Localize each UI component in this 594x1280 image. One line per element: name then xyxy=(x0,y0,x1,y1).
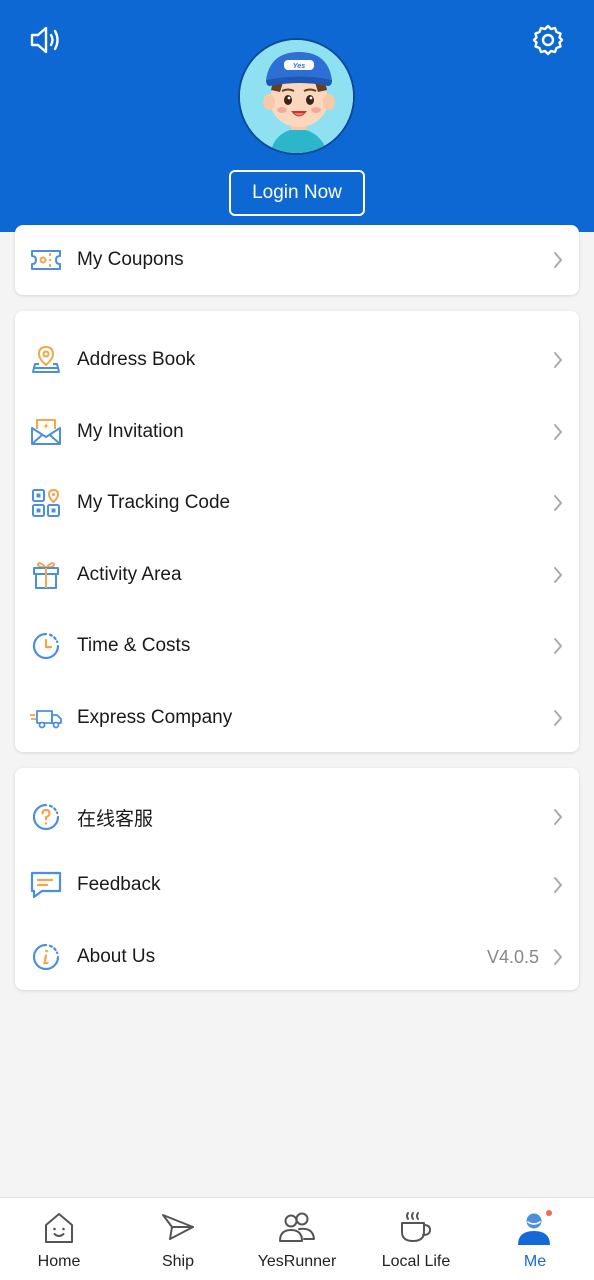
chevron-right-icon xyxy=(551,422,565,442)
address-pin-icon xyxy=(29,343,63,377)
runner-users-icon xyxy=(277,1208,317,1248)
info-icon xyxy=(29,940,63,974)
row-time-costs[interactable]: Time & Costs xyxy=(15,611,579,681)
chevron-right-icon xyxy=(551,708,565,728)
chevron-right-icon xyxy=(551,636,565,656)
chevron-right-icon xyxy=(551,875,565,895)
row-express-company[interactable]: Express Company xyxy=(15,683,579,753)
tab-label: Me xyxy=(523,1253,547,1270)
tab-me[interactable]: Me xyxy=(476,1198,594,1280)
bottom-tab-bar: Home Ship YesRunner Local Life Me xyxy=(0,1197,594,1280)
qr-code-icon xyxy=(29,486,63,520)
row-my-coupons[interactable]: My Coupons xyxy=(15,225,579,295)
invitation-envelope-icon xyxy=(29,415,63,449)
row-label: My Invitation xyxy=(77,421,184,442)
tab-label: YesRunner xyxy=(257,1253,337,1270)
truck-icon xyxy=(29,701,63,735)
chevron-right-icon xyxy=(551,807,565,827)
row-label: Feedback xyxy=(77,874,161,895)
tab-label: Home xyxy=(37,1253,81,1270)
row-online-service[interactable]: 在线客服 xyxy=(15,782,579,852)
chevron-right-icon xyxy=(551,250,565,270)
gear-icon xyxy=(532,24,564,56)
coupons-card: My Coupons xyxy=(15,225,579,295)
coupon-icon xyxy=(29,243,63,277)
tab-ship[interactable]: Ship xyxy=(119,1198,237,1280)
cap-logo-text: Yes xyxy=(293,63,305,70)
gift-icon xyxy=(29,558,63,592)
chevron-right-icon xyxy=(551,947,565,967)
row-address-book[interactable]: Address Book xyxy=(15,325,579,395)
row-label: About Us xyxy=(77,946,156,967)
coffee-cup-icon xyxy=(396,1208,436,1248)
chevron-right-icon xyxy=(551,565,565,585)
avatar-illustration: Yes xyxy=(240,40,353,153)
tab-local-life[interactable]: Local Life xyxy=(357,1198,475,1280)
home-icon xyxy=(39,1208,79,1248)
row-label: Activity Area xyxy=(77,564,182,585)
speaker-button[interactable] xyxy=(26,20,66,60)
chevron-right-icon xyxy=(551,493,565,513)
row-activity-area[interactable]: Activity Area xyxy=(15,540,579,610)
row-label: 在线客服 xyxy=(77,808,154,830)
row-label: My Coupons xyxy=(77,249,184,270)
tab-yesrunner[interactable]: YesRunner xyxy=(238,1198,356,1280)
tab-label: Ship xyxy=(161,1253,195,1270)
chevron-right-icon xyxy=(551,350,565,370)
support-card: 在线客服 Feedback About Us V4.0.5 xyxy=(15,768,579,990)
row-my-tracking-code[interactable]: My Tracking Code xyxy=(15,468,579,538)
row-label: Express Company xyxy=(77,707,233,728)
row-label: Time & Costs xyxy=(77,635,191,656)
question-icon xyxy=(29,800,63,834)
services-card: Address Book My Invitation My Tracking C… xyxy=(15,311,579,752)
me-user-icon xyxy=(515,1208,555,1248)
settings-button[interactable] xyxy=(528,20,568,60)
profile-header: Yes Login Now xyxy=(0,0,594,232)
row-my-invitation[interactable]: My Invitation xyxy=(15,397,579,467)
clock-icon xyxy=(29,629,63,663)
feedback-icon xyxy=(29,868,63,902)
tab-label: Local Life xyxy=(381,1253,451,1270)
avatar[interactable]: Yes xyxy=(238,38,355,155)
login-now-button[interactable]: Login Now xyxy=(229,170,365,216)
tab-home[interactable]: Home xyxy=(0,1198,118,1280)
row-label: My Tracking Code xyxy=(77,492,231,513)
row-label: Address Book xyxy=(77,349,196,370)
row-about-us[interactable]: About Us V4.0.5 xyxy=(15,922,579,992)
speaker-icon xyxy=(30,26,59,54)
row-feedback[interactable]: Feedback xyxy=(15,850,579,920)
app-version: V4.0.5 xyxy=(486,946,539,967)
paper-plane-icon xyxy=(158,1208,198,1248)
